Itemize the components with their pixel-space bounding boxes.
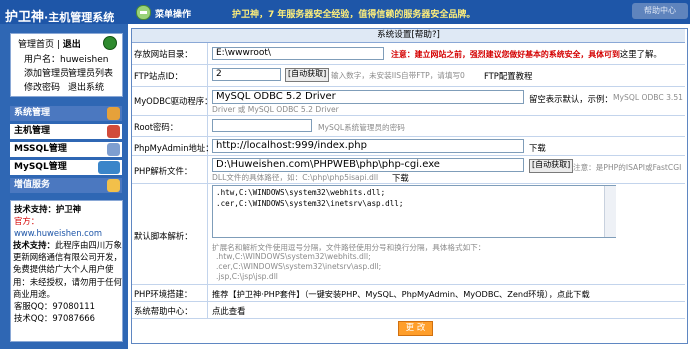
ftp-hint: 输入数字，未安装IIS自带FTP，请填写0: [331, 71, 465, 80]
odbc-label: MyODBC驱动程序：: [134, 96, 213, 106]
ftp-auto-button[interactable]: [自动获取]: [285, 68, 330, 82]
sidebar-item-system[interactable]: 系统管理: [10, 106, 122, 121]
menu-operation-icon[interactable]: [136, 5, 151, 20]
app-logo: 护卫神·主机管理系统: [5, 10, 115, 25]
official-site-link[interactable]: www.huweishen.com: [14, 228, 102, 238]
sidebar-item-mssql[interactable]: MSSQL管理: [10, 142, 122, 157]
phpmyadmin-download-link[interactable]: 下载: [529, 142, 546, 154]
shield-icon: [103, 36, 117, 50]
host-icon: [107, 125, 120, 138]
form-title: 系统设置[帮助?]: [132, 29, 685, 43]
odbc-note: 留空表示默认，示例：: [529, 94, 613, 104]
help-link[interactable]: 点此查看: [212, 305, 246, 317]
sidebar-item-value-added[interactable]: 增值服务: [10, 178, 122, 193]
php-parser-input[interactable]: D:\Huweishen.com\PHPWEB\php\php-cgi.exe: [212, 158, 524, 172]
phpmyadmin-label: PhpMyAdmin地址：: [134, 143, 214, 153]
php-note: 注意：是PHP的ISAPI或FastCGI: [573, 163, 682, 172]
mssql-icon: [107, 143, 120, 156]
system-icon: [107, 107, 120, 120]
username-row: 用户名：huweishen: [24, 55, 109, 65]
default-script-hint-3: .cer,C:\WINDOWS\system32\inetsrv\asp.dll…: [216, 262, 382, 271]
php-note-2: DLL文件的具体路径，如：C:\php\php5isapi.dll: [212, 173, 379, 182]
default-script-hint-2: .htw,C:\WINDOWS\system32\webhits.dll;: [216, 252, 371, 261]
ftp-id-label: FTP站点ID：: [134, 71, 183, 81]
value-added-icon: [107, 179, 120, 192]
textarea-scrollbar[interactable]: [604, 186, 616, 237]
admin-list-link[interactable]: 管理员列表: [68, 66, 113, 79]
ftp-tutorial-link[interactable]: FTP配置教程: [484, 70, 532, 82]
phpmyadmin-input[interactable]: http://localhost:999/index.php: [212, 139, 524, 153]
sidebar-item-host[interactable]: 主机管理: [10, 124, 122, 139]
php-parser-label: PHP解析文件：: [134, 166, 193, 176]
add-admin-link[interactable]: 添加管理员: [24, 66, 69, 79]
help-label: 系统帮助中心：: [134, 306, 193, 316]
default-script-label: 默认脚本解析：: [134, 231, 193, 241]
root-password-label: Root密码：: [134, 122, 179, 132]
root-password-input[interactable]: [212, 119, 312, 132]
help-center-button[interactable]: 帮助中心: [632, 3, 688, 19]
odbc-example-2: Driver 或 MySQL ODBC 5.2 Driver: [212, 105, 339, 114]
mysql-icon: [98, 161, 120, 174]
site-dir-note: 注意：建立网站之前，强烈建议您做好基本的系统安全，具体可到这里了解。: [391, 49, 662, 59]
sidebar-item-mysql[interactable]: MySQL管理: [10, 160, 122, 175]
support-text: 技术支持：护卫神 官方：www.huweishen.com 技术支持：此程序由四…: [13, 204, 122, 323]
site-dir-input[interactable]: E:\wwwroot\: [212, 47, 384, 60]
site-dir-note-link[interactable]: 这里了解。: [620, 49, 662, 59]
exit-system-link[interactable]: 退出系统: [68, 80, 104, 93]
php-env-label: PHP环境搭建：: [134, 289, 193, 299]
php-auto-button[interactable]: [自动获取]: [529, 159, 574, 173]
save-button[interactable]: 更 改: [398, 321, 433, 336]
default-script-textarea[interactable]: .htw,C:\WINDOWS\system32\webhits.dll; .c…: [212, 185, 616, 238]
ftp-id-input[interactable]: 2: [212, 68, 281, 81]
php-download-link[interactable]: 下载: [392, 172, 409, 184]
menu-operation-label[interactable]: 菜单操作: [155, 7, 191, 20]
default-script-hint-4: .jsp,C:\jsp\jsp.dll: [216, 272, 278, 281]
slogan: 护卫神，7 年服务器安全经验，值得信赖的服务器安全品牌。: [232, 10, 476, 20]
sidebar-home-link[interactable]: 管理首页 | 退出: [18, 37, 81, 50]
php-env-link[interactable]: 推荐【护卫神·PHP套件】（一键安装PHP、MySQL、PhpMyAdmin、M…: [212, 288, 590, 300]
root-password-hint: MySQL系统管理员的密码: [318, 123, 405, 132]
odbc-example-1: MySQL ODBC 3.51: [613, 93, 684, 102]
site-dir-label: 存放网站目录：: [134, 49, 193, 59]
change-password-link[interactable]: 修改密码: [24, 80, 60, 93]
odbc-input[interactable]: MySQL ODBC 5.2 Driver: [212, 90, 524, 104]
